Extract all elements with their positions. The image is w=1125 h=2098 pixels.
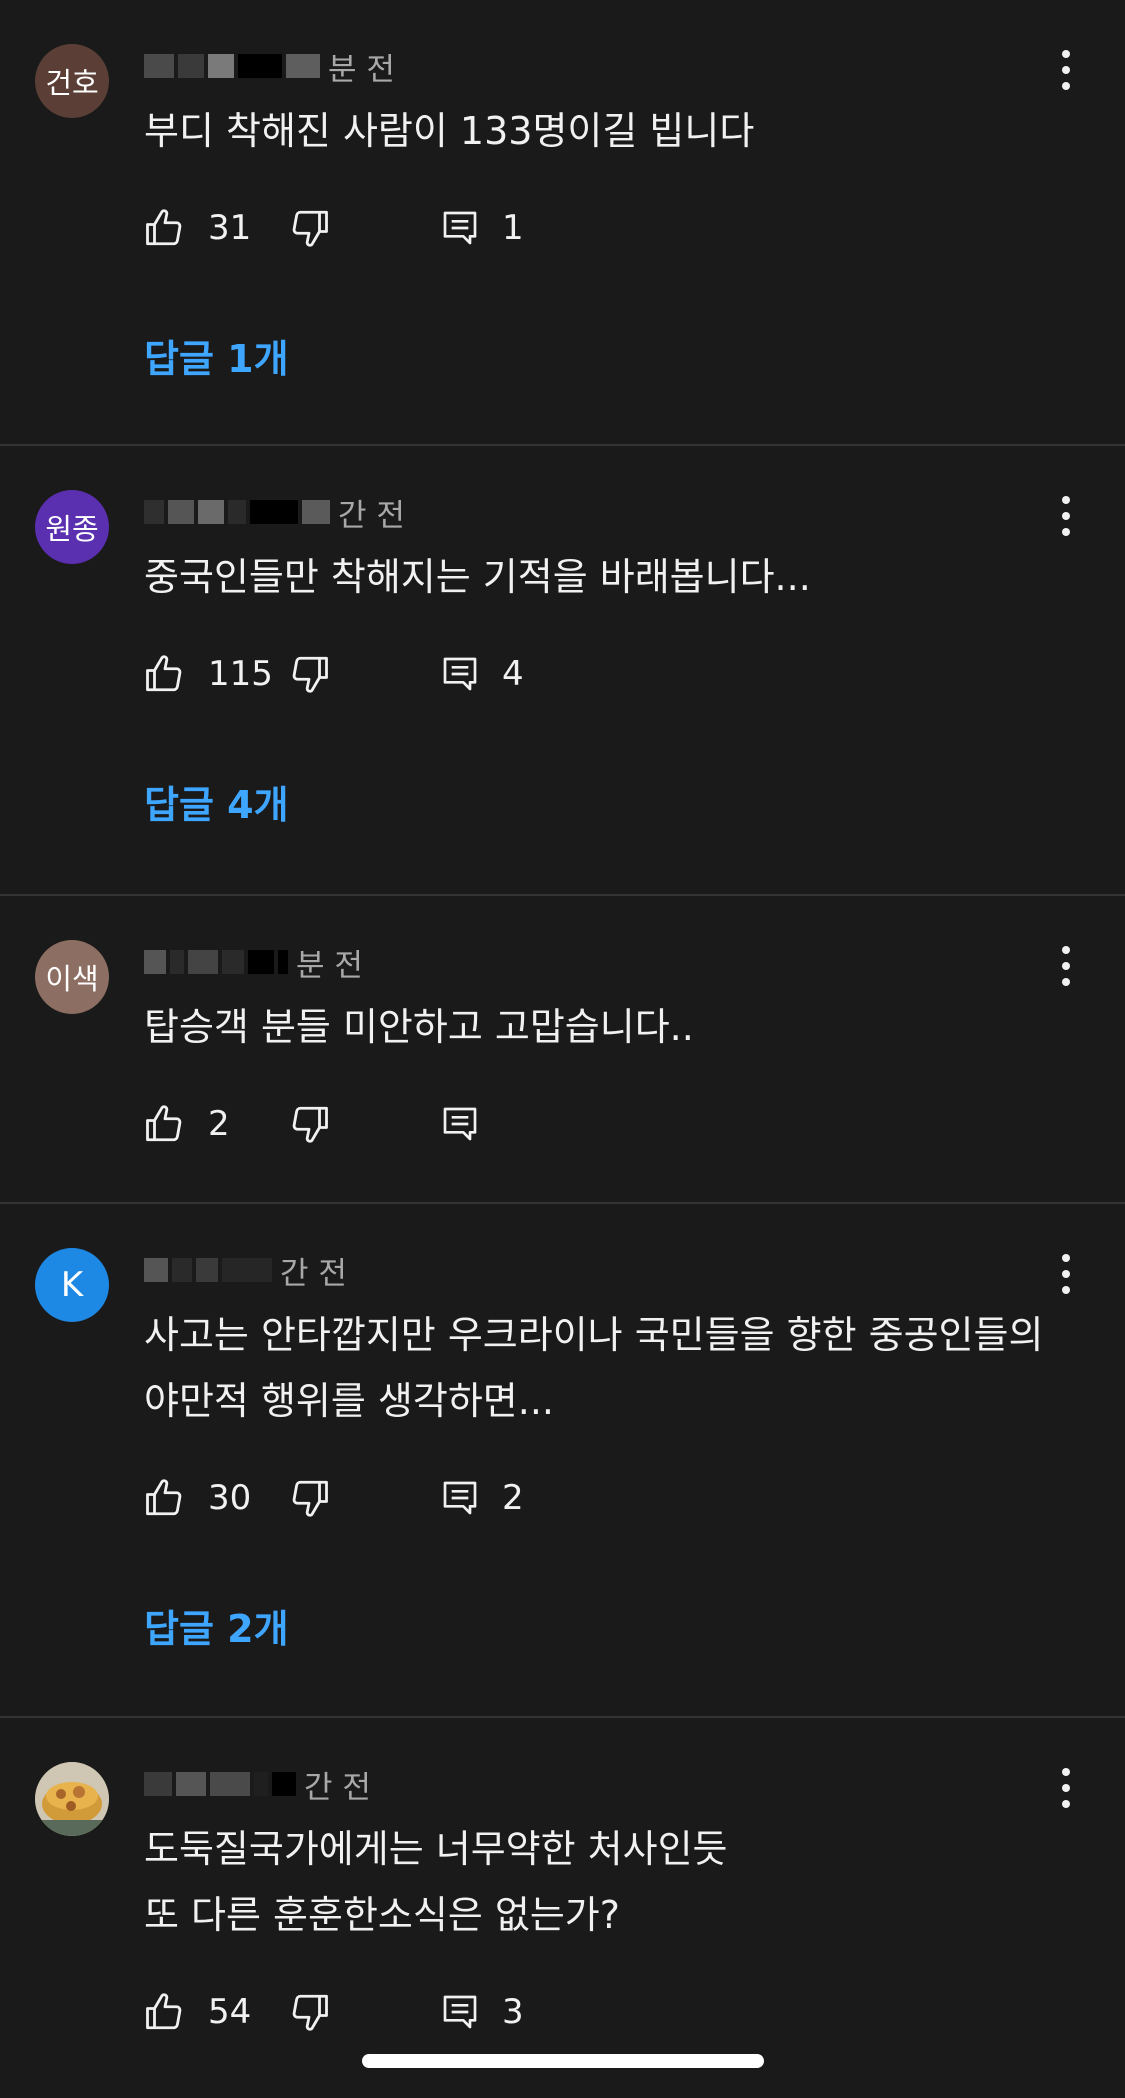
avatar-initials: 이색 <box>45 962 99 996</box>
comment-timestamp: 간 전 <box>280 1255 347 1292</box>
comment-timestamp: 간 전 <box>304 1769 371 1806</box>
dislike-button[interactable] <box>288 207 330 249</box>
like-count: 31 <box>208 208 252 248</box>
comment-item: 간 전 도둑질국가에게는 너무약한 처사인듯 또 다른 훈훈한소식은 없는가? … <box>0 1718 1125 2098</box>
thumbs-up-icon <box>146 655 182 692</box>
thumbs-down-icon <box>292 1106 328 1143</box>
comment-meta: 간 전 <box>144 1764 371 1806</box>
avatar[interactable]: 건호 <box>35 44 109 118</box>
more-vert-icon[interactable] <box>1057 50 1075 90</box>
like-count: 30 <box>208 1478 252 1518</box>
comment-timestamp: 간 전 <box>338 497 405 534</box>
comment-icon <box>443 1107 477 1141</box>
comment-timestamp: 분 전 <box>328 51 395 88</box>
comment-meta: 분 전 <box>144 942 363 984</box>
dislike-button[interactable] <box>288 1103 330 1145</box>
comment-item: 이색 분 전 탑승객 분들 미안하고 고맙습니다.. 2 <box>0 896 1125 1204</box>
dislike-button[interactable] <box>288 1991 330 2033</box>
reply-count: 1 <box>502 208 524 248</box>
comment-actions: 2 <box>144 1094 502 1154</box>
comment-actions: 54 3 <box>144 1982 524 2042</box>
comment-icon <box>443 657 477 691</box>
comment-meta: 분 전 <box>144 46 395 88</box>
home-indicator[interactable] <box>362 2054 764 2068</box>
food-photo-avatar <box>35 1762 109 1836</box>
comment-item: 원종 간 전 중국인들만 착해지는 기적을 바래봅니다... 115 4 답글 … <box>0 446 1125 896</box>
like-button[interactable]: 30 <box>144 1477 288 1519</box>
redacted-username <box>144 1772 300 1796</box>
comment-item: 건호 분 전 부디 착해진 사람이 133명이길 빕니다 31 1 답글 1개 <box>0 0 1125 446</box>
like-button[interactable]: 54 <box>144 1991 288 2033</box>
like-button[interactable]: 31 <box>144 207 288 249</box>
more-vert-icon[interactable] <box>1057 1768 1075 1808</box>
avatar-initials: K <box>60 1265 84 1305</box>
reply-count: 4 <box>502 654 524 694</box>
dislike-button[interactable] <box>288 653 330 695</box>
reply-button[interactable] <box>440 1103 502 1145</box>
comment-text: 사고는 안타깝지만 우크라이나 국민들을 향한 중공인들의 야만적 행위를 생각… <box>144 1313 1044 1423</box>
reply-button[interactable]: 2 <box>440 1477 524 1519</box>
comment-actions: 115 4 <box>144 644 524 704</box>
like-button[interactable]: 2 <box>144 1103 288 1145</box>
thumbs-down-icon <box>292 210 328 247</box>
comment-text: 도둑질국가에게는 너무약한 처사인듯 또 다른 훈훈한소식은 없는가? <box>144 1827 728 1937</box>
more-vert-icon[interactable] <box>1057 946 1075 986</box>
avatar[interactable]: K <box>35 1248 109 1322</box>
view-replies-link[interactable]: 답글 1개 <box>144 328 289 383</box>
thumbs-up-icon <box>146 209 182 246</box>
like-count: 2 <box>208 1104 230 1144</box>
comment-icon <box>443 1481 477 1515</box>
avatar-initials: 원종 <box>45 512 99 546</box>
avatar-initials: 건호 <box>45 66 99 100</box>
comment-meta: 간 전 <box>144 1250 347 1292</box>
reply-count: 2 <box>502 1478 524 1518</box>
view-replies-link[interactable]: 답글 4개 <box>144 774 289 829</box>
dislike-button[interactable] <box>288 1477 330 1519</box>
thumbs-up-icon <box>146 1479 182 1516</box>
thumbs-up-icon <box>146 1993 182 2030</box>
like-count: 54 <box>208 1992 252 2032</box>
comment-icon <box>443 1995 477 2029</box>
thumbs-down-icon <box>292 1480 328 1517</box>
comment-list: 건호 분 전 부디 착해진 사람이 133명이길 빕니다 31 1 답글 1개 <box>0 0 1125 2098</box>
thumbs-down-icon <box>292 1994 328 2031</box>
redacted-username <box>144 1258 276 1282</box>
comment-meta: 간 전 <box>144 492 405 534</box>
more-vert-icon[interactable] <box>1057 496 1075 536</box>
avatar[interactable]: 원종 <box>35 490 109 564</box>
like-count: 115 <box>208 654 273 694</box>
avatar[interactable]: 이색 <box>35 940 109 1014</box>
reply-button[interactable]: 3 <box>440 1991 524 2033</box>
comment-text: 중국인들만 착해지는 기적을 바래봅니다... <box>144 555 811 599</box>
reply-count: 3 <box>502 1992 524 2032</box>
comment-text: 탑승객 분들 미안하고 고맙습니다.. <box>144 1005 694 1049</box>
redacted-username <box>144 950 292 974</box>
view-replies-link[interactable]: 답글 2개 <box>144 1598 289 1653</box>
comment-icon <box>443 211 477 245</box>
comment-item: K 간 전 사고는 안타깝지만 우크라이나 국민들을 향한 중공인들의 야만적 … <box>0 1204 1125 1718</box>
thumbs-up-icon <box>146 1105 182 1142</box>
avatar[interactable] <box>35 1762 109 1836</box>
reply-button[interactable]: 1 <box>440 207 524 249</box>
comment-actions: 30 2 <box>144 1468 524 1528</box>
thumbs-down-icon <box>292 656 328 693</box>
redacted-username <box>144 500 334 524</box>
comment-actions: 31 1 <box>144 198 524 258</box>
comment-text: 부디 착해진 사람이 133명이길 빕니다 <box>144 109 755 153</box>
comment-timestamp: 분 전 <box>296 947 363 984</box>
more-vert-icon[interactable] <box>1057 1254 1075 1294</box>
like-button[interactable]: 115 <box>144 653 288 695</box>
reply-button[interactable]: 4 <box>440 653 524 695</box>
redacted-username <box>144 54 324 78</box>
